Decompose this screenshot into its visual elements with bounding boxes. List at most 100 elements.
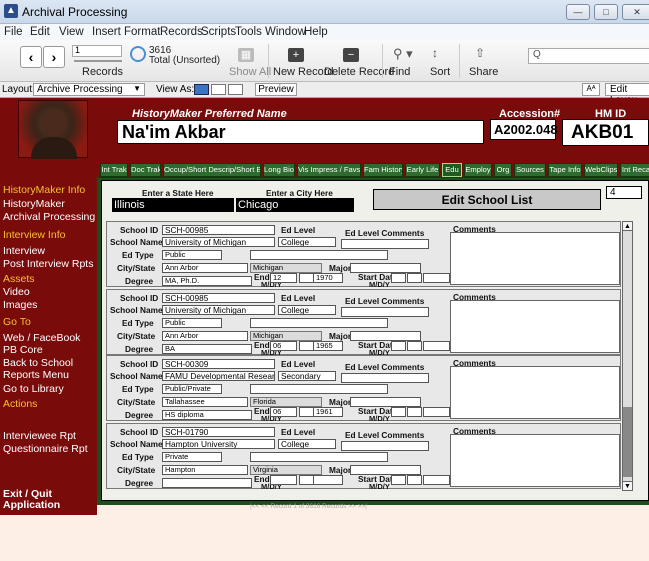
table-view-icon[interactable] (228, 84, 243, 95)
degree-field[interactable]: BA (162, 344, 252, 354)
list-view-icon[interactable] (211, 84, 226, 95)
menu-records[interactable]: Records (160, 26, 203, 38)
city-field[interactable]: Tallahassee (162, 397, 248, 407)
start-year-field[interactable] (423, 273, 450, 283)
sidebar-item-application[interactable]: Application (3, 499, 60, 511)
comments-field[interactable] (450, 434, 620, 487)
menu-tools[interactable]: Tools (235, 26, 262, 38)
end-year-field[interactable] (313, 475, 343, 485)
start-day-field[interactable] (407, 273, 422, 283)
start-month-field[interactable] (391, 341, 406, 351)
sidebar-item-back-to-school[interactable]: Back to School (3, 357, 73, 369)
sidebar-item-historymaker[interactable]: HistoryMaker (3, 198, 65, 210)
menu-insert[interactable]: Insert (92, 26, 121, 38)
font-size-button[interactable]: Aᴬ (582, 83, 600, 96)
preview-button[interactable]: Preview (255, 83, 297, 96)
ed-level-field[interactable]: College (278, 305, 336, 315)
school-name-field[interactable]: FAMU Developmental Research (162, 371, 275, 381)
end-year-field[interactable]: 1970 (313, 273, 343, 283)
next-record-button[interactable]: › (43, 46, 65, 68)
show-all-button[interactable]: Show All (229, 66, 271, 78)
menu-view[interactable]: View (59, 26, 84, 38)
quick-find-input[interactable]: Q (528, 48, 649, 64)
tab-int-reca[interactable]: Int Reca (620, 163, 649, 177)
ed-type-extra-field[interactable] (250, 250, 388, 260)
edit-school-list-button[interactable]: Edit School List (373, 189, 601, 210)
ed-level-comments-field[interactable] (341, 307, 429, 317)
sidebar-item-archival-processing[interactable]: Archival Processing (3, 211, 95, 223)
menu-window[interactable]: Window (265, 26, 306, 38)
start-day-field[interactable] (407, 341, 422, 351)
school-name-field[interactable]: University of Michigan (162, 305, 275, 315)
tab-vis-impress-favs[interactable]: Vis Impress / Favs (297, 163, 361, 177)
hmid-field[interactable]: AKB01 (562, 119, 649, 146)
ed-level-field[interactable]: College (278, 439, 336, 449)
ed-level-comments-field[interactable] (341, 239, 429, 249)
share-button[interactable]: Share (469, 66, 498, 78)
ed-type-field[interactable]: Public (162, 250, 222, 260)
scroll-down-icon[interactable]: ▼ (623, 481, 632, 490)
ed-type-extra-field[interactable] (250, 318, 388, 328)
city-field[interactable]: Ann Arbor (162, 331, 248, 341)
sidebar-item-go-to-library[interactable]: Go to Library (3, 383, 64, 395)
menu-help[interactable]: Help (304, 26, 328, 38)
city-field[interactable]: Chicago (236, 198, 354, 212)
end-month-field[interactable]: 06 (270, 341, 297, 351)
start-day-field[interactable] (407, 475, 422, 485)
tab-tape-info[interactable]: Tape Info (548, 163, 582, 177)
scroll-up-icon[interactable]: ▲ (623, 222, 632, 231)
prev-record-button[interactable]: ‹ (20, 46, 42, 68)
degree-field[interactable] (162, 478, 252, 488)
tab-employ[interactable]: Employ (464, 163, 492, 177)
form-view-icon[interactable] (194, 84, 209, 95)
sort-button[interactable]: Sort (430, 66, 450, 78)
city-field[interactable]: Hampton (162, 465, 248, 475)
state-field[interactable]: Illinois (112, 198, 234, 212)
start-day-field[interactable] (407, 407, 422, 417)
accession-field[interactable]: A2002.048 (490, 119, 558, 140)
record-slider[interactable] (74, 60, 122, 62)
edit-layout-button[interactable]: Edit Layou (605, 83, 649, 106)
start-year-field[interactable] (423, 341, 450, 351)
city-field[interactable]: Ann Arbor (162, 263, 248, 273)
delete-record-button[interactable]: Delete Record (324, 66, 394, 78)
ed-type-field[interactable]: Public (162, 318, 222, 328)
comments-field[interactable] (450, 300, 620, 353)
tab-edu[interactable]: Edu (442, 163, 462, 177)
ed-level-comments-field[interactable] (341, 373, 429, 383)
tab-sources[interactable]: Sources (514, 163, 546, 177)
school-id-field[interactable]: SCH-00985 (162, 225, 275, 235)
start-month-field[interactable] (391, 407, 406, 417)
sidebar-item-video[interactable]: Video (3, 286, 30, 298)
menu-edit[interactable]: Edit (30, 26, 50, 38)
school-id-field[interactable]: SCH-01790 (162, 427, 275, 437)
tab-int-trak[interactable]: Int Trak (100, 163, 128, 177)
start-year-field[interactable] (423, 407, 450, 417)
comments-field[interactable] (450, 366, 620, 419)
preferred-name-field[interactable]: Na'im Akbar (117, 120, 484, 144)
ed-type-field[interactable]: Private (162, 452, 222, 462)
sidebar-item-interview[interactable]: Interview (3, 245, 45, 257)
tab-early-life[interactable]: Early Life (405, 163, 440, 177)
menu-scripts[interactable]: Scripts (201, 26, 236, 38)
ed-level-field[interactable]: College (278, 237, 336, 247)
maximize-button[interactable]: □ (594, 4, 618, 20)
menu-file[interactable]: File (4, 26, 23, 38)
degree-field[interactable]: MA, Ph.D. (162, 276, 252, 286)
ed-type-extra-field[interactable] (250, 452, 388, 462)
ed-level-field[interactable]: Secondary (278, 371, 336, 381)
ed-type-extra-field[interactable] (250, 384, 388, 394)
find-button[interactable]: Find (389, 66, 410, 78)
scroll-thumb[interactable] (623, 407, 632, 477)
tab-webclips[interactable]: WebClips (584, 163, 618, 177)
sidebar-item-questionnaire-rpt[interactable]: Questionnaire Rpt (3, 443, 88, 455)
layout-select[interactable]: Archive Processing ▼ (33, 83, 145, 96)
tab-org[interactable]: Org (494, 163, 512, 177)
school-id-field[interactable]: SCH-00309 (162, 359, 275, 369)
school-name-field[interactable]: Hampton University (162, 439, 275, 449)
start-month-field[interactable] (391, 273, 406, 283)
record-number-input[interactable]: 1 (72, 45, 122, 57)
school-count-field[interactable]: 4 (606, 186, 642, 199)
end-year-field[interactable]: 1965 (313, 341, 343, 351)
comments-field[interactable] (450, 232, 620, 285)
